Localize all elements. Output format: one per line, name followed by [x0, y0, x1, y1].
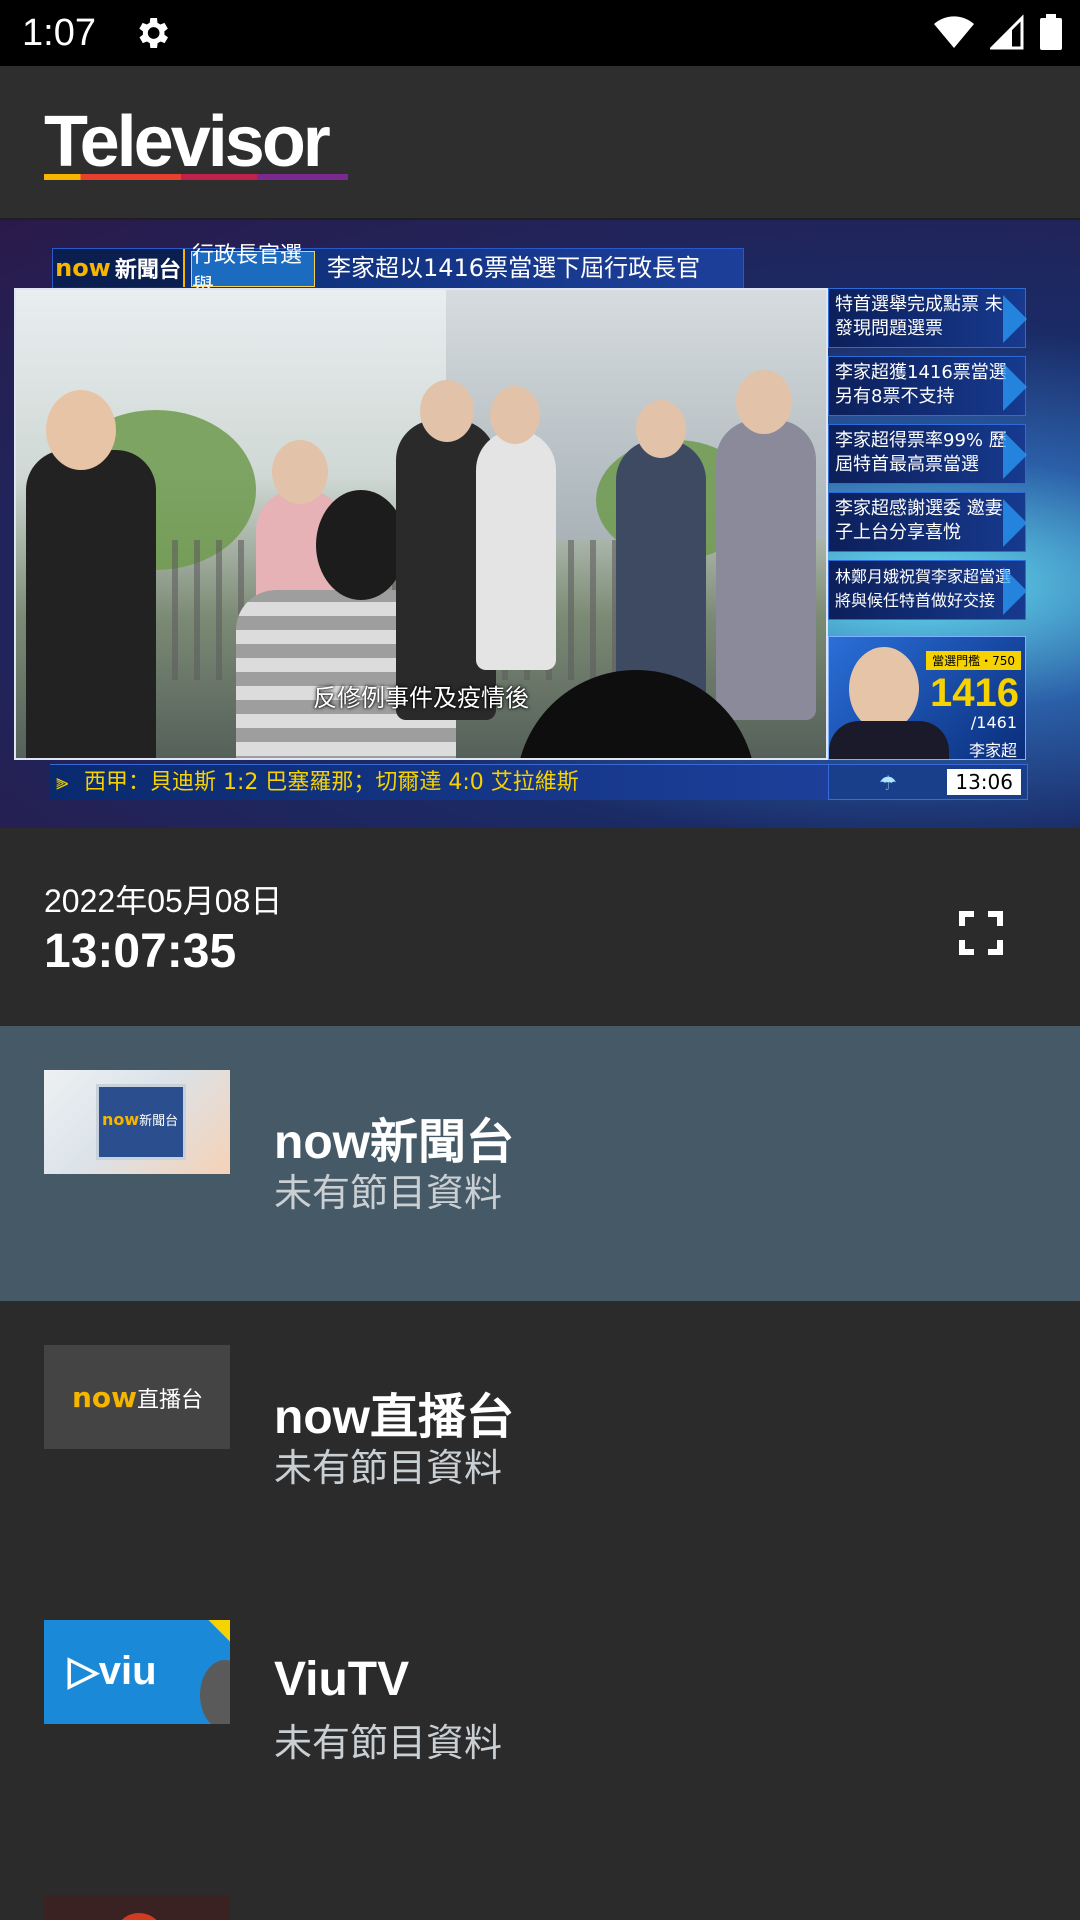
- channel-thumbnail: [44, 1895, 230, 1920]
- video-clock-box: ☂ 13:06: [828, 764, 1028, 800]
- signal-icon: [990, 14, 1024, 50]
- person: [26, 450, 156, 758]
- thumbnail-logo-suffix: 直播台: [137, 1388, 204, 1413]
- news-headline: 李家超以1416票當選下屆行政長官: [327, 254, 701, 282]
- person-head: [736, 370, 792, 434]
- video-player[interactable]: now 新聞台 行政長官選舉 李家超以1416票當選下屆行政長官 反修例事件及疫…: [0, 220, 1080, 828]
- candidate-suit: [829, 721, 949, 759]
- current-time: 13:07:35: [44, 925, 237, 978]
- wifi-icon: [934, 16, 974, 48]
- channel-item-now-live[interactable]: now直播台 now直播台 未有節目資料: [0, 1301, 1080, 1576]
- person-head: [636, 400, 686, 458]
- news-side-panel: 特首選舉完成點票 未發現問題選票 李家超獲1416票當選 另有8票不支持 李家超…: [828, 288, 1028, 760]
- vote-count: 1416: [930, 671, 1019, 715]
- side-item: 特首選舉完成點票 未發現問題選票: [828, 288, 1027, 348]
- current-date: 2022年05月08日: [44, 883, 283, 919]
- channel-item-viutv[interactable]: ▷viu ViuTV 未有節目資料: [0, 1576, 1080, 1851]
- thumbnail-logo: now直播台: [72, 1381, 203, 1414]
- person-head: [272, 440, 328, 504]
- app-bar: Televisor: [0, 66, 1080, 220]
- video-scene: 反修例事件及疫情後: [14, 288, 828, 760]
- video-clock: 13:06: [947, 769, 1021, 795]
- app-logo: Televisor: [44, 102, 331, 182]
- candidate-portrait: 當選門檻・750 1416 /1461 李家超: [828, 636, 1026, 760]
- side-item: 林鄭月娥祝賀李家超當選 將與候任特首做好交接: [828, 560, 1027, 620]
- battery-icon: [1040, 14, 1062, 50]
- gear-icon: [139, 18, 168, 48]
- person: [616, 440, 706, 700]
- channel-tag-suffix: 新聞台: [114, 258, 181, 283]
- thumbnail-logo-suffix: 新聞台: [139, 1114, 179, 1129]
- person: [476, 430, 556, 670]
- channel-tag: now 新聞台: [53, 249, 185, 287]
- channel-thumbnail: now直播台: [44, 1345, 230, 1449]
- side-item: 李家超獲1416票當選 另有8票不支持: [828, 356, 1027, 416]
- thumbnail-logo-now: now: [102, 1110, 140, 1129]
- video-subtitle: 反修例事件及疫情後: [313, 684, 529, 712]
- side-item: 李家超感謝選委 邀妻子上台分享喜悅: [828, 492, 1027, 552]
- status-bar: 1:07: [0, 0, 1080, 66]
- bottom-ticker: 西甲：貝迪斯 1:2 巴塞羅那；切爾達 4:0 艾拉維斯: [50, 764, 828, 801]
- channel-name: ViuTV: [274, 1653, 410, 1706]
- person-head: [316, 490, 406, 600]
- thumbnail-logo: ▷viu: [68, 1649, 157, 1693]
- thumbnail-logo-now: now: [72, 1381, 138, 1414]
- vote-threshold: 當選門檻・750: [926, 651, 1021, 670]
- channel-thumbnail: now新聞台: [44, 1070, 230, 1174]
- thumbnail-logo: [114, 1913, 164, 1920]
- person: [716, 420, 816, 720]
- channel-desc: 未有節目資料: [274, 1721, 503, 1765]
- fullscreen-icon[interactable]: [956, 908, 1006, 958]
- thumbnail-decoration: [200, 1660, 230, 1724]
- thumbnail-logo: now新聞台: [102, 1110, 178, 1129]
- channel-desc: 未有節目資料: [274, 1171, 503, 1215]
- person-head: [490, 386, 540, 444]
- channel-thumbnail: ▷viu: [44, 1620, 230, 1724]
- logo-underline: [44, 174, 348, 180]
- section-tag: 行政長官選舉: [191, 243, 315, 300]
- top-ticker: now 新聞台 行政長官選舉 李家超以1416票當選下屆行政長官: [52, 243, 744, 300]
- channel-item-now-news[interactable]: now新聞台 now新聞台 未有節目資料: [0, 1026, 1080, 1301]
- channel-desc: 未有節目資料: [274, 1446, 503, 1490]
- side-item: 李家超得票率99% 歷屆特首最高票當選: [828, 424, 1027, 484]
- channel-tag-label: now: [55, 254, 111, 282]
- person-head: [46, 390, 116, 470]
- vote-total: /1461: [970, 713, 1017, 732]
- datetime-panel: 2022年05月08日 13:07:35: [0, 828, 1080, 1026]
- person-head: [420, 380, 474, 442]
- thumbnail-corner: [208, 1620, 230, 1642]
- channel-item-next[interactable]: [0, 1851, 1080, 1920]
- candidate-name: 李家超: [968, 741, 1017, 760]
- candidate-face: [849, 647, 919, 731]
- status-time: 1:07: [22, 11, 96, 54]
- weather-icon: ☂: [879, 771, 897, 795]
